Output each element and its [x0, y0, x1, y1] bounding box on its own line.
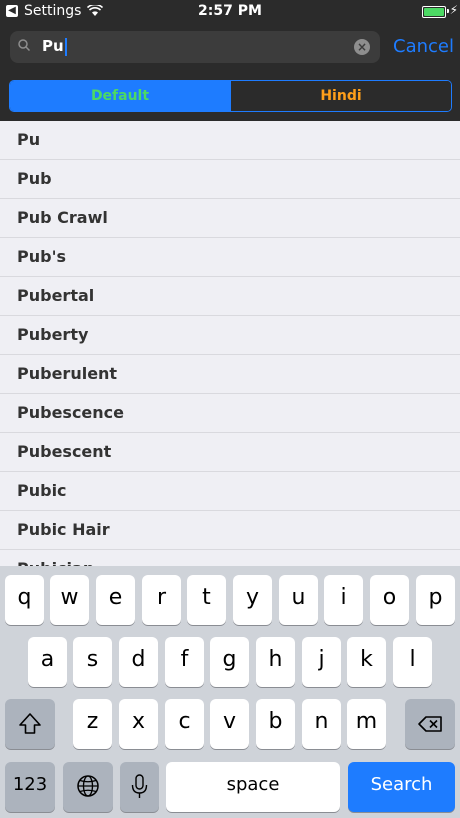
key-x[interactable]: x — [119, 699, 158, 749]
key-d[interactable]: d — [119, 637, 158, 687]
segment-hindi[interactable]: Hindi — [230, 81, 451, 111]
search-bar: Pu × Cancel — [0, 24, 460, 70]
key-g[interactable]: g — [210, 637, 249, 687]
language-segmented-control: Default Hindi — [9, 80, 452, 112]
list-item[interactable]: Pub's — [0, 238, 460, 277]
microphone-icon — [131, 774, 148, 798]
list-item[interactable]: Pub — [0, 160, 460, 199]
status-bar: ◀ Settings 2:57 PM ⚡ — [0, 0, 460, 24]
key-r[interactable]: r — [142, 575, 181, 625]
key-j[interactable]: j — [302, 637, 341, 687]
cancel-button[interactable]: Cancel — [393, 36, 454, 57]
key-f[interactable]: f — [165, 637, 204, 687]
numbers-key[interactable]: 123 — [5, 762, 55, 812]
shift-icon — [19, 713, 41, 734]
list-item[interactable]: Pub Crawl — [0, 199, 460, 238]
segment-default[interactable]: Default — [10, 81, 230, 111]
list-item[interactable]: Pubic Hair — [0, 511, 460, 550]
search-key[interactable]: Search — [348, 762, 455, 812]
key-t[interactable]: t — [187, 575, 226, 625]
battery-icon — [422, 6, 446, 18]
key-u[interactable]: u — [279, 575, 318, 625]
delete-key[interactable] — [405, 699, 455, 749]
key-e[interactable]: e — [96, 575, 135, 625]
key-k[interactable]: k — [347, 637, 386, 687]
shift-key[interactable] — [5, 699, 55, 749]
delete-backspace-icon — [418, 716, 442, 732]
key-b[interactable]: b — [256, 699, 295, 749]
list-item[interactable]: Pubic — [0, 472, 460, 511]
list-item[interactable]: Puberty — [0, 316, 460, 355]
text-caret — [64, 37, 67, 56]
list-item[interactable]: Pubescent — [0, 433, 460, 472]
search-icon — [18, 39, 30, 51]
key-y[interactable]: y — [233, 575, 272, 625]
globe-key[interactable] — [63, 762, 113, 812]
key-n[interactable]: n — [302, 699, 341, 749]
key-h[interactable]: h — [256, 637, 295, 687]
globe-icon — [77, 775, 99, 797]
charging-icon: ⚡ — [449, 3, 458, 17]
key-i[interactable]: i — [324, 575, 363, 625]
key-l[interactable]: l — [393, 637, 432, 687]
search-input[interactable]: Pu × — [10, 31, 380, 63]
dictation-key[interactable] — [120, 762, 159, 812]
key-s[interactable]: s — [73, 637, 112, 687]
list-item[interactable]: Pubertal — [0, 277, 460, 316]
clear-search-icon[interactable]: × — [354, 39, 370, 55]
key-p[interactable]: p — [416, 575, 455, 625]
list-item[interactable]: Puberulent — [0, 355, 460, 394]
key-q[interactable]: q — [5, 575, 44, 625]
key-m[interactable]: m — [347, 699, 386, 749]
results-list: Pu Pub Pub Crawl Pub's Pubertal Puberty … — [0, 121, 460, 566]
clock: 2:57 PM — [198, 3, 262, 19]
space-key[interactable]: space — [166, 762, 340, 812]
key-v[interactable]: v — [210, 699, 249, 749]
key-o[interactable]: o — [370, 575, 409, 625]
keyboard: q w e r t y u i o p a s d f g h j k l z … — [0, 566, 460, 818]
key-c[interactable]: c — [165, 699, 204, 749]
key-a[interactable]: a — [28, 637, 67, 687]
key-w[interactable]: w — [50, 575, 89, 625]
list-item[interactable]: Pubician — [0, 550, 460, 566]
list-item[interactable]: Pu — [0, 121, 460, 160]
list-item[interactable]: Pubescence — [0, 394, 460, 433]
key-z[interactable]: z — [73, 699, 112, 749]
search-input-value[interactable]: Pu — [42, 37, 67, 56]
